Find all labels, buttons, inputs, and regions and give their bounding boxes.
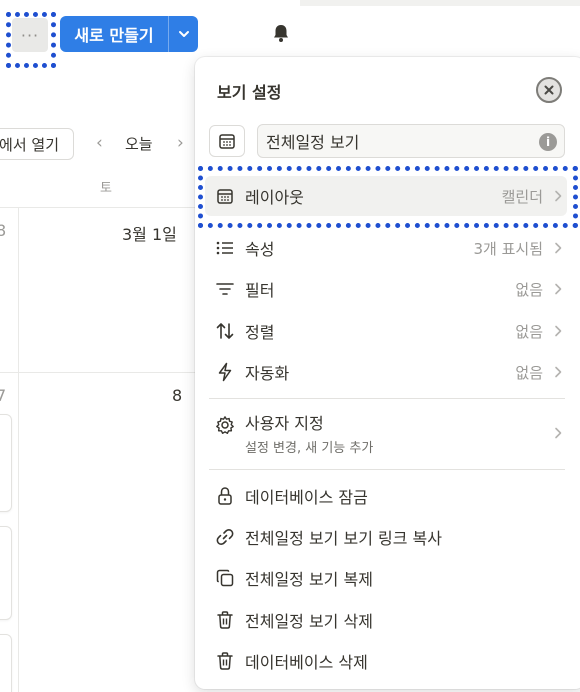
menu-divider: [209, 398, 565, 399]
sort-value: 없음: [515, 322, 543, 341]
duplicate-view-item[interactable]: 전체일정 보기 복제: [205, 558, 567, 598]
lock-database-label: 데이터베이스 잠금: [245, 488, 368, 507]
chevron-right-icon: [551, 427, 565, 439]
more-dots-icon: ···: [20, 25, 40, 45]
trash-icon: [205, 610, 245, 630]
bell-icon[interactable]: [270, 22, 292, 44]
view-icon-button[interactable]: [209, 125, 245, 157]
properties-row[interactable]: 속성 3개 표시됨: [205, 228, 567, 268]
sort-label: 정렬: [245, 323, 275, 342]
info-icon[interactable]: i: [539, 133, 557, 151]
next-month-icon[interactable]: ›: [177, 133, 184, 153]
date-cell-number: 3월 1일: [122, 225, 177, 244]
header-strip: [300, 0, 580, 6]
customize-subtitle: 설정 변경, 새 기능 추가: [245, 441, 374, 456]
menu-divider: [209, 469, 565, 470]
gear-icon: [205, 415, 245, 435]
duplicate-view-label: 전체일정 보기 복제: [245, 570, 373, 589]
filter-icon: [205, 280, 245, 298]
lightning-icon: [205, 362, 245, 382]
chevron-right-icon: [551, 242, 565, 254]
automation-row[interactable]: 자동화 없음: [205, 352, 567, 392]
sort-row[interactable]: 정렬 없음: [205, 311, 567, 351]
automation-label: 자동화: [245, 364, 290, 383]
duplicate-icon: [205, 568, 245, 588]
chevron-right-icon: [551, 325, 565, 337]
lock-icon: [205, 486, 245, 506]
top-bar: ··· 새로 만들기: [0, 0, 580, 62]
layout-value: 캘린더: [501, 187, 543, 206]
filter-label: 필터: [245, 281, 275, 300]
sort-icon: [205, 321, 245, 341]
layout-row[interactable]: 레이아웃 캘린더: [205, 176, 567, 216]
trash-icon: [205, 651, 245, 671]
event-card[interactable]: [0, 414, 12, 512]
list-icon: [205, 239, 245, 257]
grid-line: [0, 372, 200, 373]
grid-column-line: [18, 208, 19, 692]
layout-label: 레이아웃: [245, 188, 304, 207]
prev-month-icon[interactable]: ‹: [96, 133, 103, 153]
copy-link-item[interactable]: 전체일정 보기 보기 링크 복사: [205, 517, 567, 557]
lock-database-item[interactable]: 데이터베이스 잠금: [205, 476, 567, 516]
event-card[interactable]: [0, 526, 12, 620]
chevron-right-icon: [551, 366, 565, 378]
new-dropdown-chevron-icon[interactable]: [169, 27, 198, 41]
new-button[interactable]: 새로 만들기: [60, 16, 198, 52]
chevron-right-icon: [551, 190, 565, 202]
today-button[interactable]: 오늘: [125, 133, 153, 154]
filter-row[interactable]: 필터 없음: [205, 269, 567, 309]
properties-label: 속성: [245, 240, 275, 259]
delete-database-item[interactable]: 데이터베이스 삭제: [205, 641, 567, 681]
close-button[interactable]: [536, 77, 562, 103]
link-icon: [205, 527, 245, 547]
delete-view-item[interactable]: 전체일정 보기 삭제: [205, 600, 567, 640]
automation-value: 없음: [515, 363, 543, 382]
calendar-icon: [219, 134, 235, 149]
view-name-input[interactable]: [257, 124, 565, 158]
view-settings-panel: 보기 설정 i 레이아웃 캘린더 속성 3개 표시됨 필터 없음: [195, 57, 580, 689]
date-cell-number: 8: [0, 221, 7, 240]
open-in-label: 에서 열기: [0, 135, 59, 154]
customize-label: 사용자 지정: [245, 414, 324, 433]
more-options-button[interactable]: ···: [12, 18, 48, 52]
weekday-header-sat: 토: [100, 181, 112, 196]
properties-value: 3개 표시됨: [473, 239, 543, 258]
chevron-right-icon: [551, 283, 565, 295]
delete-view-label: 전체일정 보기 삭제: [245, 612, 373, 631]
copy-link-label: 전체일정 보기 보기 링크 복사: [245, 529, 442, 548]
calendar-icon: [205, 187, 245, 205]
grid-line: [0, 207, 200, 208]
close-icon: [544, 85, 554, 95]
panel-title: 보기 설정: [217, 83, 282, 102]
event-card[interactable]: [0, 634, 12, 692]
date-cell-number: 7: [0, 386, 7, 405]
delete-database-label: 데이터베이스 삭제: [245, 653, 368, 672]
new-button-label: 새로 만들기: [74, 26, 154, 45]
open-in-button[interactable]: 에서 열기: [0, 128, 74, 160]
customize-row[interactable]: 사용자 지정 설정 변경, 새 기능 추가: [205, 405, 567, 461]
date-cell-number: 8: [172, 386, 183, 405]
filter-value: 없음: [515, 280, 543, 299]
